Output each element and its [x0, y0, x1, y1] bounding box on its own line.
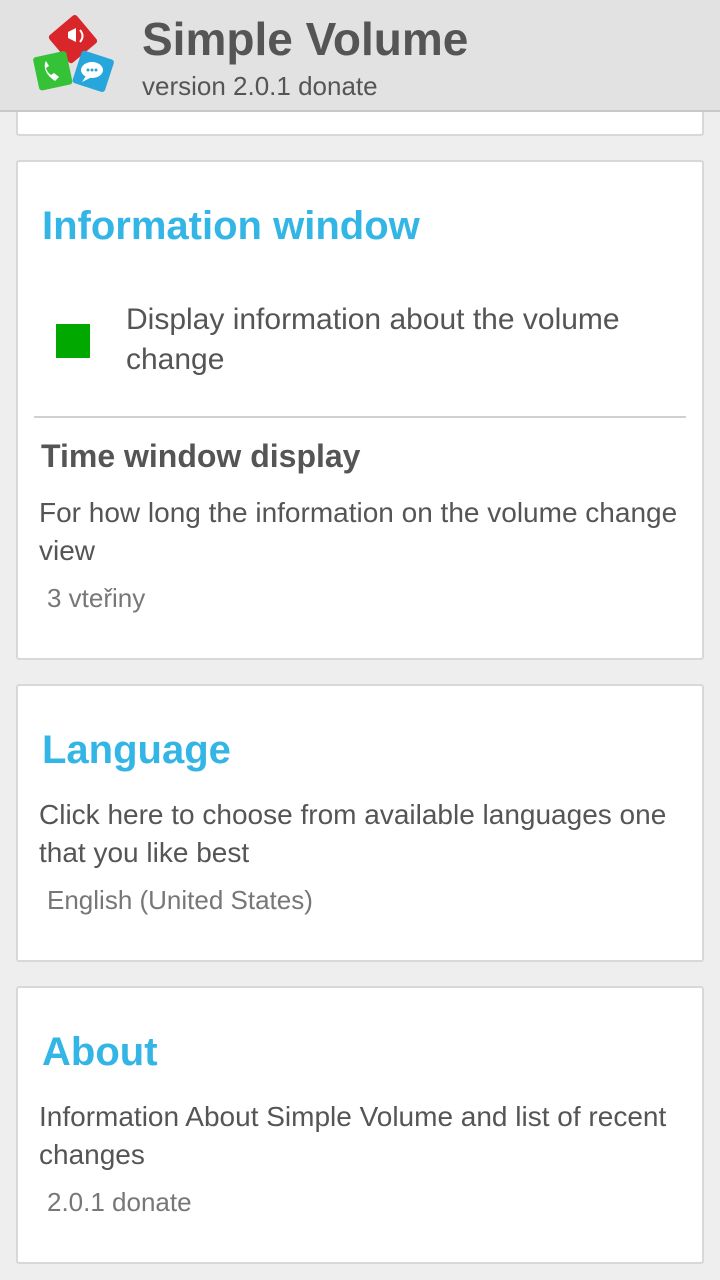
about-value: 2.0.1 donate	[47, 1187, 192, 1217]
information-window-card: Information window Display information a…	[16, 160, 704, 660]
app-version: version 2.0.1 donate	[142, 71, 378, 101]
time-window-value: 3 vteřiny	[47, 583, 146, 613]
app-header: Simple Volume version 2.0.1 donate	[0, 0, 720, 112]
app-title: Simple Volume	[142, 13, 469, 65]
time-window-setting[interactable]: Time window display For how long the inf…	[18, 424, 702, 654]
time-window-description: For how long the information on the volu…	[39, 497, 678, 566]
about-setting[interactable]: About Information About Simple Volume an…	[16, 986, 704, 1264]
display-info-toggle-row[interactable]: Display information about the volume cha…	[18, 292, 702, 402]
app-logo-icon	[33, 14, 114, 92]
divider	[34, 416, 686, 418]
display-info-label: Display information about the volume cha…	[126, 303, 620, 376]
language-description: Click here to choose from available lang…	[39, 799, 667, 868]
language-value: English (United States)	[47, 885, 313, 915]
display-info-checkbox[interactable]	[56, 324, 90, 358]
about-description: Information About Simple Volume and list…	[39, 1101, 667, 1170]
language-setting[interactable]: Language Click here to choose from avail…	[16, 684, 704, 962]
language-title: Language	[42, 728, 231, 772]
time-window-title: Time window display	[41, 438, 361, 474]
about-title: About	[42, 1030, 158, 1074]
information-window-title: Information window	[42, 204, 420, 248]
